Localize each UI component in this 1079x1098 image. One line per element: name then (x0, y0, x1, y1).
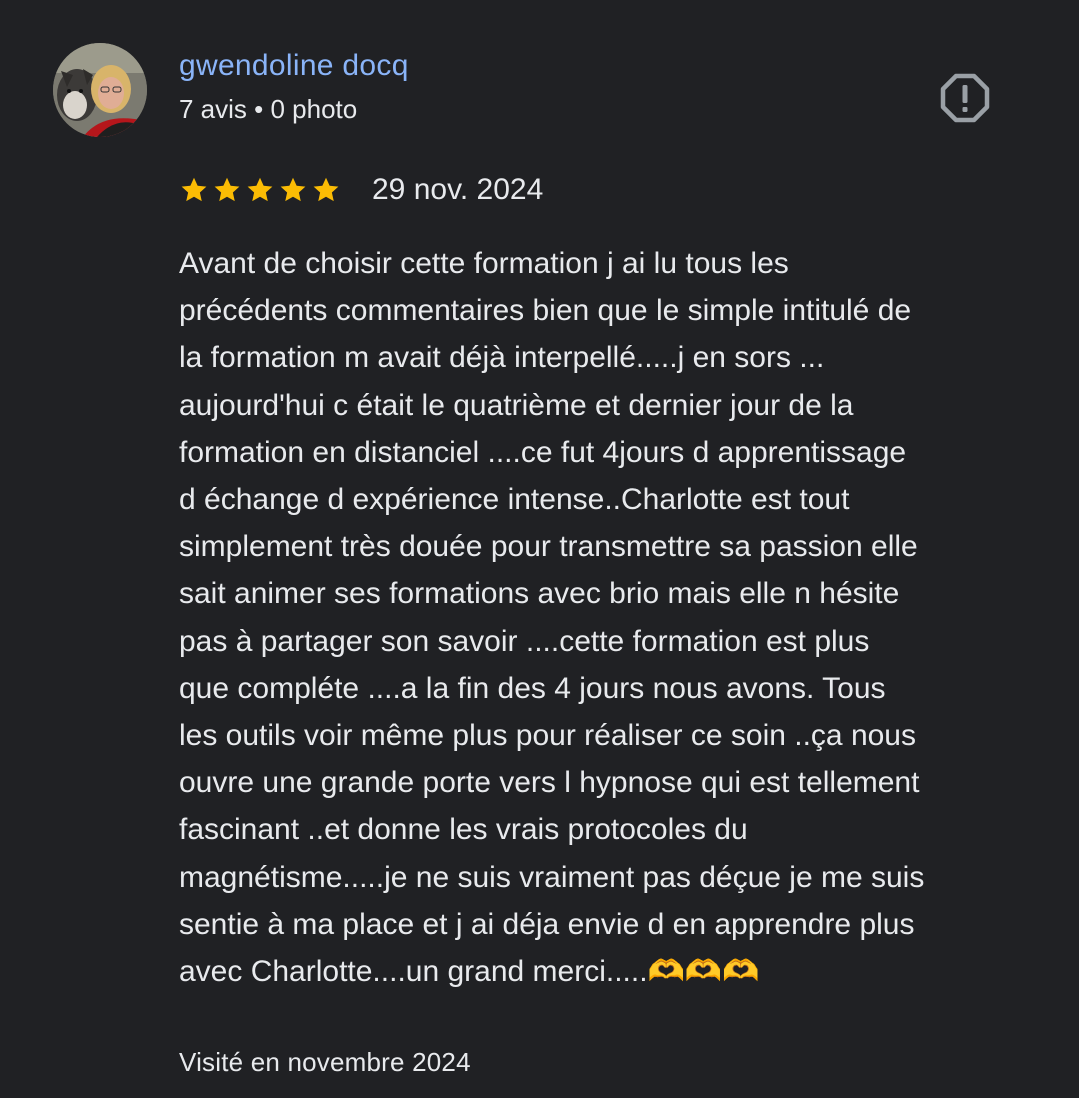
review-date: 29 nov. 2024 (372, 173, 544, 206)
star-icon (280, 177, 306, 202)
review-text-line: que compléte ....a la fin des 4 jours no… (179, 671, 886, 705)
report-flag-icon (940, 73, 990, 123)
review-text-line: Avant de choisir cette formation j ai lu… (179, 247, 789, 280)
star-rating (179, 175, 341, 205)
review-text-line: formation en distanciel ....ce fut 4jour… (179, 435, 907, 469)
author-review-count: 7 avis • 0 photo (179, 94, 358, 124)
review-text-line: aujourd'hui c était le quatrième et dern… (179, 388, 854, 422)
review-text-line: sentie à ma place et j ai déja envie d e… (179, 907, 915, 941)
author-name-link[interactable]: gwendoline docq (179, 46, 409, 86)
review-text-line: magnétisme.....je ne suis vraiment pas d… (179, 860, 925, 894)
review-text-line: pas à partager son savoir ....cette form… (179, 624, 870, 658)
star-icon (181, 177, 207, 202)
review-text-line: avec Charlotte....un grand merci.....🫶🫶🫶 (179, 955, 760, 989)
review-text-line: d échange d expérience intense..Charlott… (179, 483, 850, 517)
review-text-line: fascinant ..et donne les vrais protocole… (179, 813, 748, 847)
report-review-button[interactable] (938, 71, 992, 125)
star-icon (214, 177, 240, 202)
star-icon (247, 177, 273, 202)
visited-date: Visité en novembre 2024 (179, 1047, 471, 1077)
review-text-line: simplement très douée pour transmettre s… (179, 530, 918, 564)
review-text-line: ouvre une grande porte vers l hypnose qu… (179, 766, 920, 800)
review-text-line: précédents commentaires bien que le simp… (179, 294, 912, 328)
author-avatar[interactable] (53, 43, 147, 137)
review-text-line: les outils voir même plus pour réaliser … (179, 719, 916, 753)
review-text-line: la formation m avait déjà interpellé....… (179, 341, 825, 375)
review-card: gwendoline docq 7 avis • 0 photo 29 nov.… (0, 0, 1079, 1098)
rating-row: 29 nov. 2024 (179, 170, 543, 210)
avatar-photo (53, 43, 147, 137)
star-icon (313, 177, 339, 202)
review-text-line: sait animer ses formations avec brio mai… (179, 577, 900, 611)
review-body: Avant de choisir cette formation j ai lu… (179, 240, 1049, 995)
